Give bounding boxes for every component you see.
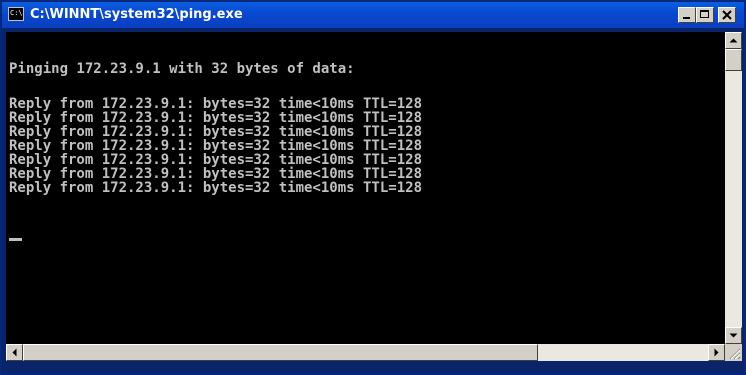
console-line: Reply from 172.23.9.1: bytes=32 time<10m… — [9, 152, 423, 168]
resize-grip[interactable] — [725, 344, 742, 361]
scroll-right-button[interactable] — [708, 344, 725, 361]
text-cursor — [9, 238, 22, 241]
minimize-icon — [683, 17, 690, 19]
title-bar[interactable]: C:\ C:\WINNT\system32\ping.exe — [2, 2, 744, 28]
minimize-button[interactable] — [678, 7, 696, 23]
console-line: Reply from 172.23.9.1: bytes=32 time<10m… — [9, 110, 423, 126]
scroll-up-button[interactable] — [725, 32, 742, 49]
horizontal-scroll-thumb[interactable] — [23, 344, 538, 361]
vertical-scroll-thumb[interactable] — [725, 49, 742, 71]
console-window: C:\ C:\WINNT\system32\ping.exe Pinging 1… — [0, 0, 746, 375]
scroll-left-button[interactable] — [6, 344, 23, 361]
arrow-left-icon — [12, 348, 17, 357]
maximize-button[interactable] — [696, 7, 714, 23]
console-line: Pinging 172.23.9.1 with 32 bytes of data… — [9, 61, 355, 77]
console-line: Reply from 172.23.9.1: bytes=32 time<10m… — [9, 96, 423, 112]
close-icon — [722, 10, 732, 20]
window-title: C:\WINNT\system32\ping.exe — [30, 7, 243, 22]
arrow-right-icon — [714, 348, 719, 357]
vertical-scrollbar[interactable] — [725, 32, 742, 344]
console-icon[interactable]: C:\ — [8, 7, 24, 21]
horizontal-scrollbar[interactable] — [6, 344, 725, 361]
console-line: Reply from 172.23.9.1: bytes=32 time<10m… — [9, 138, 423, 154]
console-line: Reply from 172.23.9.1: bytes=32 time<10m… — [9, 180, 423, 196]
maximize-icon — [700, 10, 709, 18]
resize-grip-icon — [729, 348, 741, 360]
console-line: Reply from 172.23.9.1: bytes=32 time<10m… — [9, 124, 423, 140]
console-output[interactable]: Pinging 172.23.9.1 with 32 bytes of data… — [6, 32, 725, 344]
arrow-up-icon — [729, 38, 738, 43]
close-button[interactable] — [718, 7, 736, 23]
arrow-down-icon — [729, 333, 738, 338]
scroll-down-button[interactable] — [725, 327, 742, 344]
console-line: Reply from 172.23.9.1: bytes=32 time<10m… — [9, 166, 423, 182]
